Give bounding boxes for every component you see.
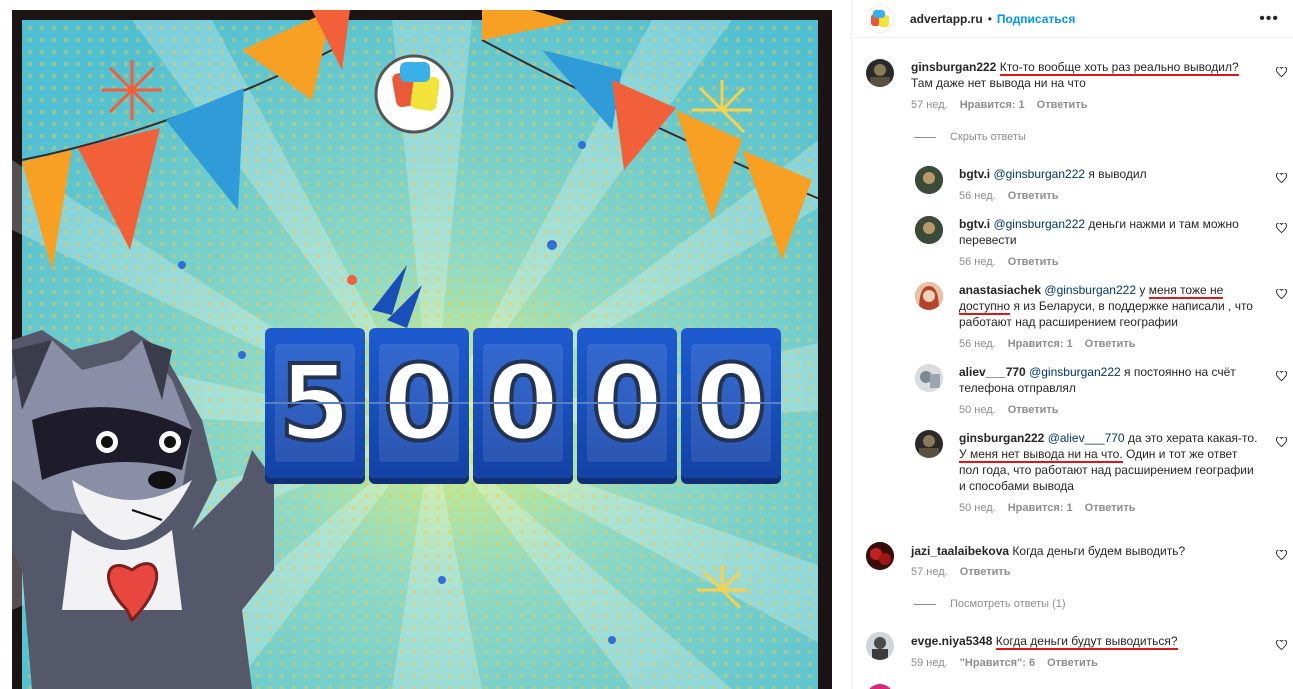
comment-likes[interactable]: Нравится: 1: [1008, 338, 1073, 350]
heart-icon[interactable]: [1276, 223, 1287, 233]
avatar[interactable]: [915, 364, 943, 392]
comment-username[interactable]: bgtv.i: [959, 167, 990, 181]
comment-text-pre: у: [1139, 283, 1146, 297]
heart-icon[interactable]: [1276, 289, 1287, 299]
divider-line: [914, 603, 936, 605]
heart-icon[interactable]: [1276, 437, 1287, 447]
comment-text: evge.niya5348 Когда деньги будут выводит…: [911, 633, 1251, 650]
reply-text: anastasiachek @ginsburgan222 у меня тоже…: [959, 282, 1259, 330]
comment-text-rest: я выводил: [1088, 167, 1147, 181]
comment-text-highlighted: Когда деньги будут выводиться?: [995, 634, 1178, 650]
comment-meta: 56 нед. Нравится: 1 Ответить: [959, 338, 1135, 350]
reply-button[interactable]: Ответить: [1008, 190, 1059, 202]
account-username[interactable]: advertapp.ru: [910, 12, 983, 26]
reply-button[interactable]: Ответить: [1037, 99, 1088, 111]
separator-dot: •: [987, 11, 992, 26]
comment-age[interactable]: 57 нед.: [911, 99, 948, 111]
comment-username[interactable]: aliev___770: [959, 365, 1026, 379]
hide-replies-label: Скрыть ответы: [950, 131, 1026, 143]
reply-button[interactable]: Ответить: [1008, 256, 1059, 268]
comment-username[interactable]: anastasiachek: [959, 283, 1041, 297]
follow-button[interactable]: Подписаться: [997, 12, 1075, 26]
comment-meta: 50 нед. Нравится: 1 Ответить: [959, 502, 1135, 514]
heart-icon[interactable]: [1276, 640, 1287, 650]
comment-text: ginsburgan222 Кто-то вообще хоть раз реа…: [911, 59, 1247, 91]
comment-meta: 59 нед. "Нравится": 6 Ответить: [911, 657, 1098, 669]
more-horizontal-icon[interactable]: •••: [1259, 10, 1279, 28]
comment-text: jazi_taalaibekova Когда деньги будем выв…: [911, 543, 1251, 559]
heart-icon[interactable]: [1276, 67, 1287, 77]
comment-likes[interactable]: Нравится: 1: [960, 99, 1025, 111]
avatar[interactable]: [866, 684, 894, 689]
comment-age[interactable]: 56 нед.: [959, 338, 996, 350]
view-replies-label: Посмотреть ответы (1): [950, 598, 1066, 610]
avatar[interactable]: [866, 59, 894, 87]
reply-text: aliev___770 @ginsburgan222 я постоянно н…: [959, 364, 1259, 396]
counter-digit: 0: [473, 328, 573, 478]
hide-replies-toggle[interactable]: Скрыть ответы: [914, 131, 1026, 143]
comment-meta: 57 нед. Ответить: [911, 566, 1011, 578]
counter-digit: 5: [265, 328, 365, 478]
avatar[interactable]: [915, 216, 943, 244]
reply-button[interactable]: Ответить: [1085, 338, 1136, 350]
heart-icon[interactable]: [1276, 371, 1287, 381]
comment-text-highlighted: Кто-то вообще хоть раз реально выводил?: [999, 60, 1239, 76]
comment-username[interactable]: ginsburgan222: [911, 60, 996, 74]
mention-link[interactable]: @ginsburgan222: [993, 167, 1085, 181]
mention-link[interactable]: @ginsburgan222: [1029, 365, 1121, 379]
comment-username[interactable]: jazi_taalaibekova: [911, 544, 1009, 558]
comment-meta: 56 нед. Ответить: [959, 256, 1059, 268]
comment-age[interactable]: 50 нед.: [959, 404, 996, 416]
comment-meta: 56 нед. Ответить: [959, 190, 1059, 202]
post-image-panel: 5 0 0 0 0: [0, 0, 850, 689]
comment-age[interactable]: 50 нед.: [959, 502, 996, 514]
post-header: advertapp.ru • Подписаться •••: [852, 0, 1293, 38]
avatar[interactable]: [915, 166, 943, 194]
comment-meta: 57 нед. Нравится: 1 Ответить: [911, 99, 1087, 111]
comments-panel: advertapp.ru • Подписаться ••• ginsburga…: [851, 0, 1293, 689]
avatar[interactable]: [866, 542, 894, 570]
counter-display: 5 0 0 0 0: [265, 328, 781, 478]
comment-text-highlighted: У меня нет вывода ни на что.: [959, 447, 1123, 463]
counter-digit: 0: [369, 328, 469, 478]
mention-link[interactable]: @ginsburgan222: [993, 217, 1085, 231]
mention-link[interactable]: @ginsburgan222: [1044, 283, 1136, 297]
comment-age[interactable]: 59 нед.: [911, 657, 948, 669]
comment-username[interactable]: evge.niya5348: [911, 634, 992, 648]
comment-likes[interactable]: Нравится: 1: [1008, 502, 1073, 514]
avatar[interactable]: [866, 632, 894, 660]
post-image[interactable]: 5 0 0 0 0: [12, 10, 832, 689]
counter-digit: 0: [577, 328, 677, 478]
comment-text-rest: Там даже нет вывода ни на что: [911, 76, 1086, 90]
comment-age[interactable]: 56 нед.: [959, 256, 996, 268]
reply-text: bgtv.i @ginsburgan222 я выводил: [959, 166, 1259, 182]
divider-line: [914, 136, 936, 138]
comment-username[interactable]: bgtv.i: [959, 217, 990, 231]
heart-icon[interactable]: [1276, 173, 1287, 183]
reply-button[interactable]: Ответить: [1085, 502, 1136, 514]
comment-age[interactable]: 57 нед.: [911, 566, 948, 578]
reply-text: bgtv.i @ginsburgan222 деньги нажми и там…: [959, 216, 1259, 248]
reply-text: ginsburgan222 @aliev___770 да это херата…: [959, 430, 1259, 494]
comment-age[interactable]: 56 нед.: [959, 190, 996, 202]
avatar[interactable]: [915, 282, 943, 310]
comment-text-rest: Когда деньги будем выводить?: [1012, 544, 1186, 558]
counter-digit: 0: [681, 328, 781, 478]
reply-button[interactable]: Ответить: [960, 566, 1011, 578]
comment-username[interactable]: ginsburgan222: [959, 431, 1044, 445]
comment-meta: 50 нед. Ответить: [959, 404, 1059, 416]
reply-button[interactable]: Ответить: [1047, 657, 1098, 669]
heart-icon[interactable]: [1276, 550, 1287, 560]
account-avatar[interactable]: [866, 4, 894, 33]
comment-text-pre: да это херата какая-то.: [1127, 431, 1258, 445]
reply-button[interactable]: Ответить: [1008, 404, 1059, 416]
comment-likes[interactable]: "Нравится": 6: [960, 657, 1035, 669]
view-replies-toggle[interactable]: Посмотреть ответы (1): [914, 598, 1066, 610]
avatar[interactable]: [915, 430, 943, 458]
mention-link[interactable]: @aliev___770: [1048, 431, 1125, 445]
